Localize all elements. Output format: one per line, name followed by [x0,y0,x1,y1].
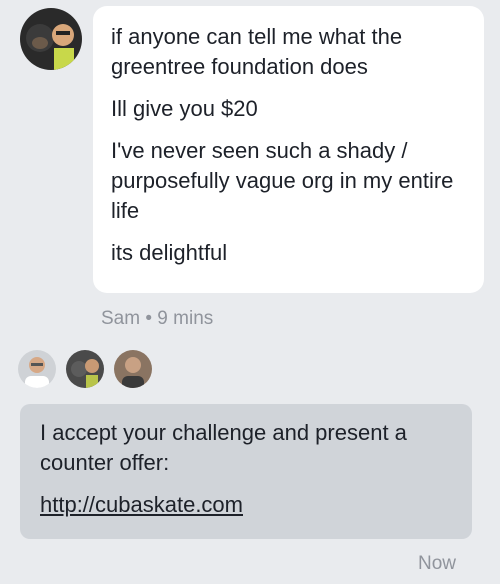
sender-avatar[interactable] [20,8,82,70]
read-receipt-avatar[interactable] [66,350,104,388]
user-avatar-icon [20,8,82,70]
shared-link[interactable]: http://cubaskate.com [40,492,243,517]
incoming-message-bubble: if anyone can tell me what the greentree… [93,6,484,293]
read-receipt-avatar[interactable] [114,350,152,388]
outgoing-message-bubble: I accept your challenge and present a co… [20,404,472,539]
sender-name[interactable]: Sam [101,308,140,329]
user-avatar-icon [114,350,152,388]
outgoing-message: I accept your challenge and present a co… [40,420,407,475]
incoming-message-2: Ill give you $20 [111,96,258,121]
incoming-message-1: if anyone can tell me what the greentree… [111,24,403,79]
message-time: 9 mins [157,308,214,329]
incoming-message-3: I've never seen such a shady / purposefu… [111,138,454,223]
outgoing-time: Now [417,553,456,574]
message-meta: Sam • 9 mins [101,306,213,332]
read-receipt-avatar[interactable] [18,350,56,388]
incoming-message-4: its delightful [111,240,228,265]
chat-thread: if anyone can tell me what the greentree… [0,0,500,584]
user-avatar-icon [66,350,104,388]
user-avatar-icon [18,350,56,388]
separator-dot: • [145,308,153,329]
